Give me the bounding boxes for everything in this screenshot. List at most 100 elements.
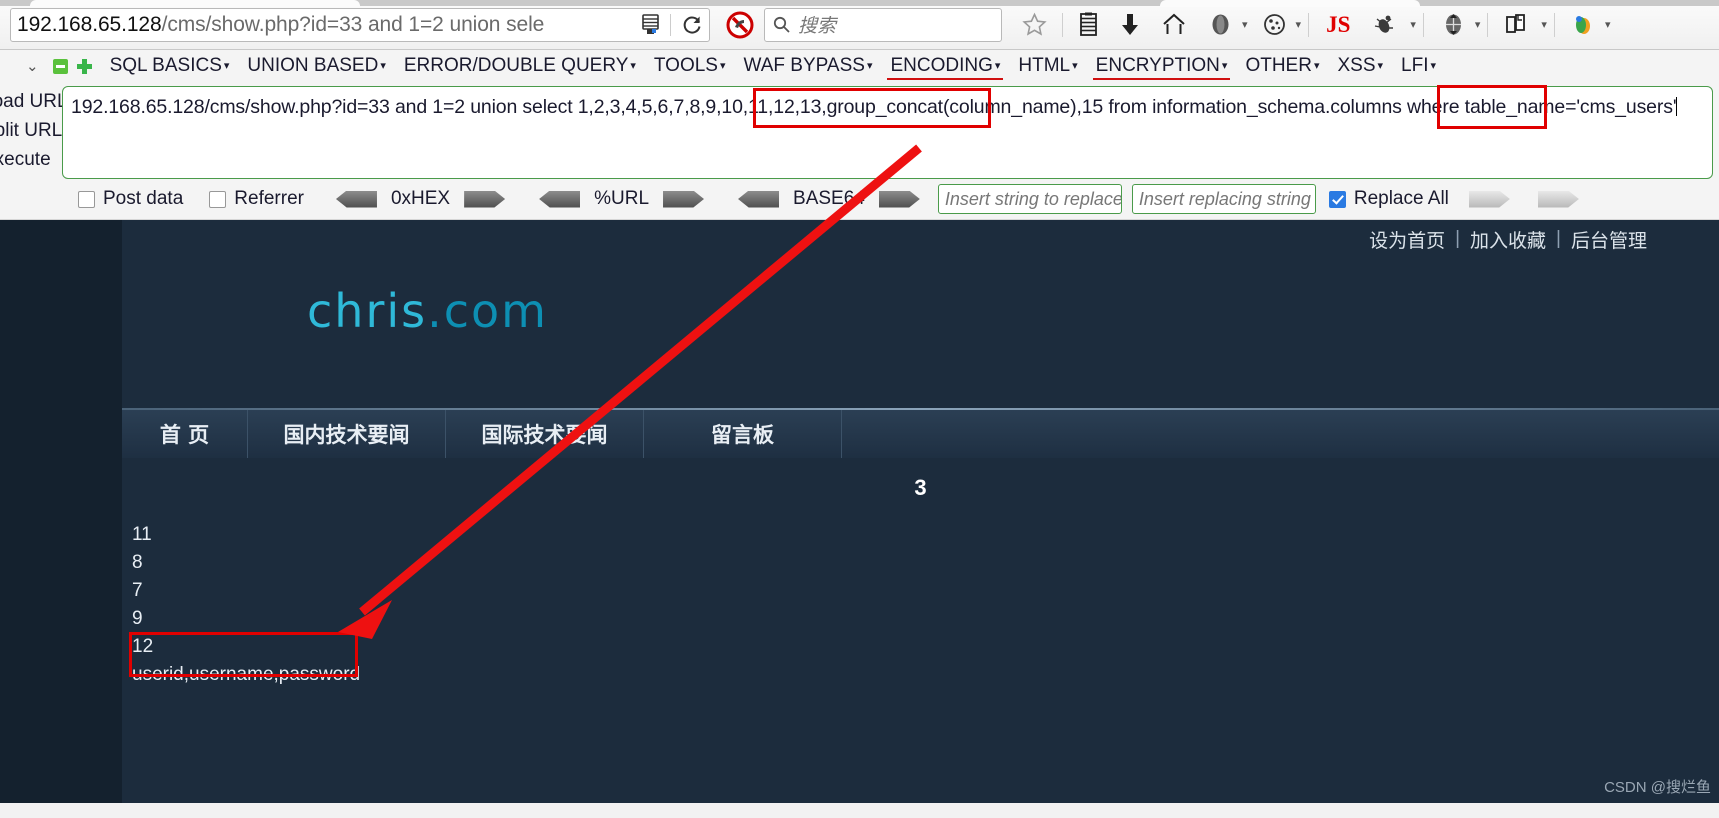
- download-arrow-icon[interactable]: [1111, 12, 1149, 37]
- menu-union-based[interactable]: UNION BASED ▾: [238, 55, 394, 77]
- star-icon[interactable]: [1014, 12, 1055, 37]
- nav-item-guestbook[interactable]: 留言板: [644, 410, 842, 458]
- result-count-value: 3: [914, 475, 927, 500]
- plus-button[interactable]: [76, 58, 92, 74]
- chevron-down-icon[interactable]: ▾: [1242, 18, 1248, 31]
- home-icon[interactable]: [1153, 12, 1195, 37]
- cookie-icon[interactable]: [1252, 12, 1291, 37]
- replace-from-input[interactable]: Insert string to replace: [937, 184, 1122, 214]
- url-label: %URL: [594, 188, 650, 209]
- menu-lfi[interactable]: LFI ▾: [1392, 55, 1445, 77]
- server-icon[interactable]: [641, 13, 660, 36]
- menu-html[interactable]: HTML ▾: [1009, 55, 1086, 77]
- menu-label: TOOLS: [653, 55, 718, 76]
- search-box[interactable]: 搜索: [764, 7, 1002, 42]
- site-logo: chris.com: [122, 258, 1719, 363]
- browser-tab-1[interactable]: [30, 0, 360, 7]
- chevron-down-icon[interactable]: ▾: [1605, 18, 1611, 31]
- minus-button[interactable]: [52, 58, 68, 74]
- menu-error-double-query[interactable]: ERROR/DOUBLE QUERY ▾: [395, 55, 645, 77]
- site-navigation: 首 页 国内技术要闻 国际技术要闻 留言板: [122, 410, 1719, 458]
- chevron-down-icon: ▾: [380, 60, 386, 73]
- hackbar-url-textarea[interactable]: 192.168.65.128/cms/show.php?id=33 and 1=…: [62, 86, 1713, 179]
- menu-label: ENCODING: [890, 55, 993, 76]
- split-url-button[interactable]: Split URL: [0, 117, 62, 145]
- result-row-highlighted: userid,username,password: [132, 664, 361, 685]
- search-input-placeholder: 搜索: [798, 16, 837, 37]
- execute-button[interactable]: Execute: [0, 146, 62, 174]
- menu-sql-basics[interactable]: SQL BASICS ▾: [101, 55, 239, 77]
- logo-text-suffix: .com: [427, 283, 548, 338]
- divider: [1422, 12, 1424, 37]
- wappalyzer-icon[interactable]: [1199, 12, 1237, 37]
- replace-apply-button[interactable]: [1468, 190, 1510, 208]
- replace-revert-button[interactable]: [1537, 190, 1579, 208]
- collapse-chevron-icon[interactable]: ⌄: [26, 57, 39, 75]
- replace-all-checkbox[interactable]: [1328, 190, 1346, 208]
- url-decode-button[interactable]: [663, 190, 705, 208]
- menu-encoding[interactable]: ENCODING ▾: [881, 55, 1009, 80]
- noscript-blocked-icon[interactable]: [724, 9, 756, 41]
- bug-icon[interactable]: [1364, 12, 1405, 37]
- url-host: 192.168.65.128: [17, 12, 162, 36]
- menu-encryption[interactable]: ENCRYPTION ▾: [1087, 55, 1237, 80]
- user-agent-switcher-icon[interactable]: [1495, 12, 1536, 37]
- reload-icon[interactable]: [681, 14, 703, 36]
- url-encode-button[interactable]: [539, 190, 581, 208]
- nav-item-domestic-tech-news[interactable]: 国内技术要闻: [248, 410, 446, 458]
- menu-xss[interactable]: XSS ▾: [1328, 55, 1392, 77]
- chevron-down-icon[interactable]: ▾: [1541, 18, 1547, 31]
- logo-text-primary: chris: [307, 283, 428, 338]
- hackbar-main: 192.168.65.128/cms/show.php?id=33 and 1=…: [62, 82, 1719, 219]
- result-row: 11: [132, 524, 152, 545]
- post-data-checkbox[interactable]: [78, 190, 95, 208]
- menu-label: LFI: [1401, 55, 1429, 76]
- search-icon: [773, 16, 790, 33]
- firebug-icon[interactable]: [1562, 12, 1600, 37]
- chevron-down-icon: ▾: [994, 60, 1001, 73]
- replace-all-label: Replace All: [1353, 188, 1449, 209]
- chevron-down-icon: ▾: [1072, 60, 1078, 73]
- referrer-checkbox[interactable]: [209, 190, 227, 208]
- address-bar[interactable]: 192.168.65.128/cms/show.php?id=33 and 1=…: [10, 7, 710, 42]
- base64-encode-button[interactable]: [738, 190, 780, 208]
- nav-item-international-tech-news[interactable]: 国际技术要闻: [446, 410, 644, 458]
- divider: [1553, 12, 1555, 37]
- js-toggle-icon[interactable]: JS: [1316, 12, 1360, 38]
- proxy-icon[interactable]: [1431, 12, 1470, 37]
- chevron-down-icon: ▾: [866, 60, 873, 73]
- library-icon[interactable]: [1070, 12, 1107, 37]
- page-main-content: 3 11 8 7 9 12 userid,username,password C…: [122, 458, 1719, 803]
- replace-to-placeholder: Insert replacing string: [1138, 188, 1311, 209]
- hex-decode-button[interactable]: [464, 190, 506, 208]
- menu-tools[interactable]: TOOLS ▾: [645, 55, 735, 77]
- hackbar-panel: ⌄ SQL BASICS ▾ UNION BASED ▾ ERROR/DOUBLE …: [0, 50, 1719, 220]
- chevron-down-icon[interactable]: ▾: [1296, 18, 1302, 31]
- base64-label: BASE64: [793, 188, 865, 209]
- hex-label: 0xHEX: [390, 188, 451, 209]
- menu-other[interactable]: OTHER ▾: [1236, 55, 1328, 77]
- nav-item-home[interactable]: 首 页: [122, 410, 248, 458]
- referrer-label: Referrer: [234, 188, 304, 209]
- base64-decode-button[interactable]: [878, 190, 920, 208]
- chevron-down-icon[interactable]: ▾: [1410, 18, 1416, 31]
- chevron-down-icon: ▾: [719, 60, 726, 73]
- browser-tab-2[interactable]: [1160, 0, 1420, 7]
- admin-panel-link[interactable]: 后台管理: [1571, 226, 1647, 253]
- hex-encode-button[interactable]: [335, 190, 377, 208]
- menu-waf-bypass[interactable]: WAF BYPASS ▾: [735, 55, 882, 77]
- divider: |: [1455, 228, 1461, 249]
- chevron-down-icon: ▾: [223, 60, 230, 73]
- hackbar-options-row: Post data Referrer 0xHEX %URL BASE64 Ins…: [62, 179, 1713, 219]
- result-row: 8: [132, 552, 143, 573]
- add-favorite-link[interactable]: 加入收藏: [1470, 226, 1546, 253]
- chevron-down-icon[interactable]: ▾: [1475, 18, 1481, 31]
- sql-result-list: 11 8 7 9 12 userid,username,password: [122, 521, 1719, 689]
- hackbar-body: Load URL Split URL Execute 192.168.65.12…: [0, 82, 1719, 219]
- address-bar-text: 192.168.65.128/cms/show.php?id=33 and 1=…: [17, 13, 635, 37]
- replace-to-input[interactable]: Insert replacing string: [1131, 184, 1316, 214]
- result-row: 12: [132, 636, 154, 657]
- load-url-button[interactable]: Load URL: [0, 88, 62, 116]
- set-homepage-link[interactable]: 设为首页: [1369, 226, 1445, 253]
- menu-label: ENCRYPTION: [1095, 55, 1220, 76]
